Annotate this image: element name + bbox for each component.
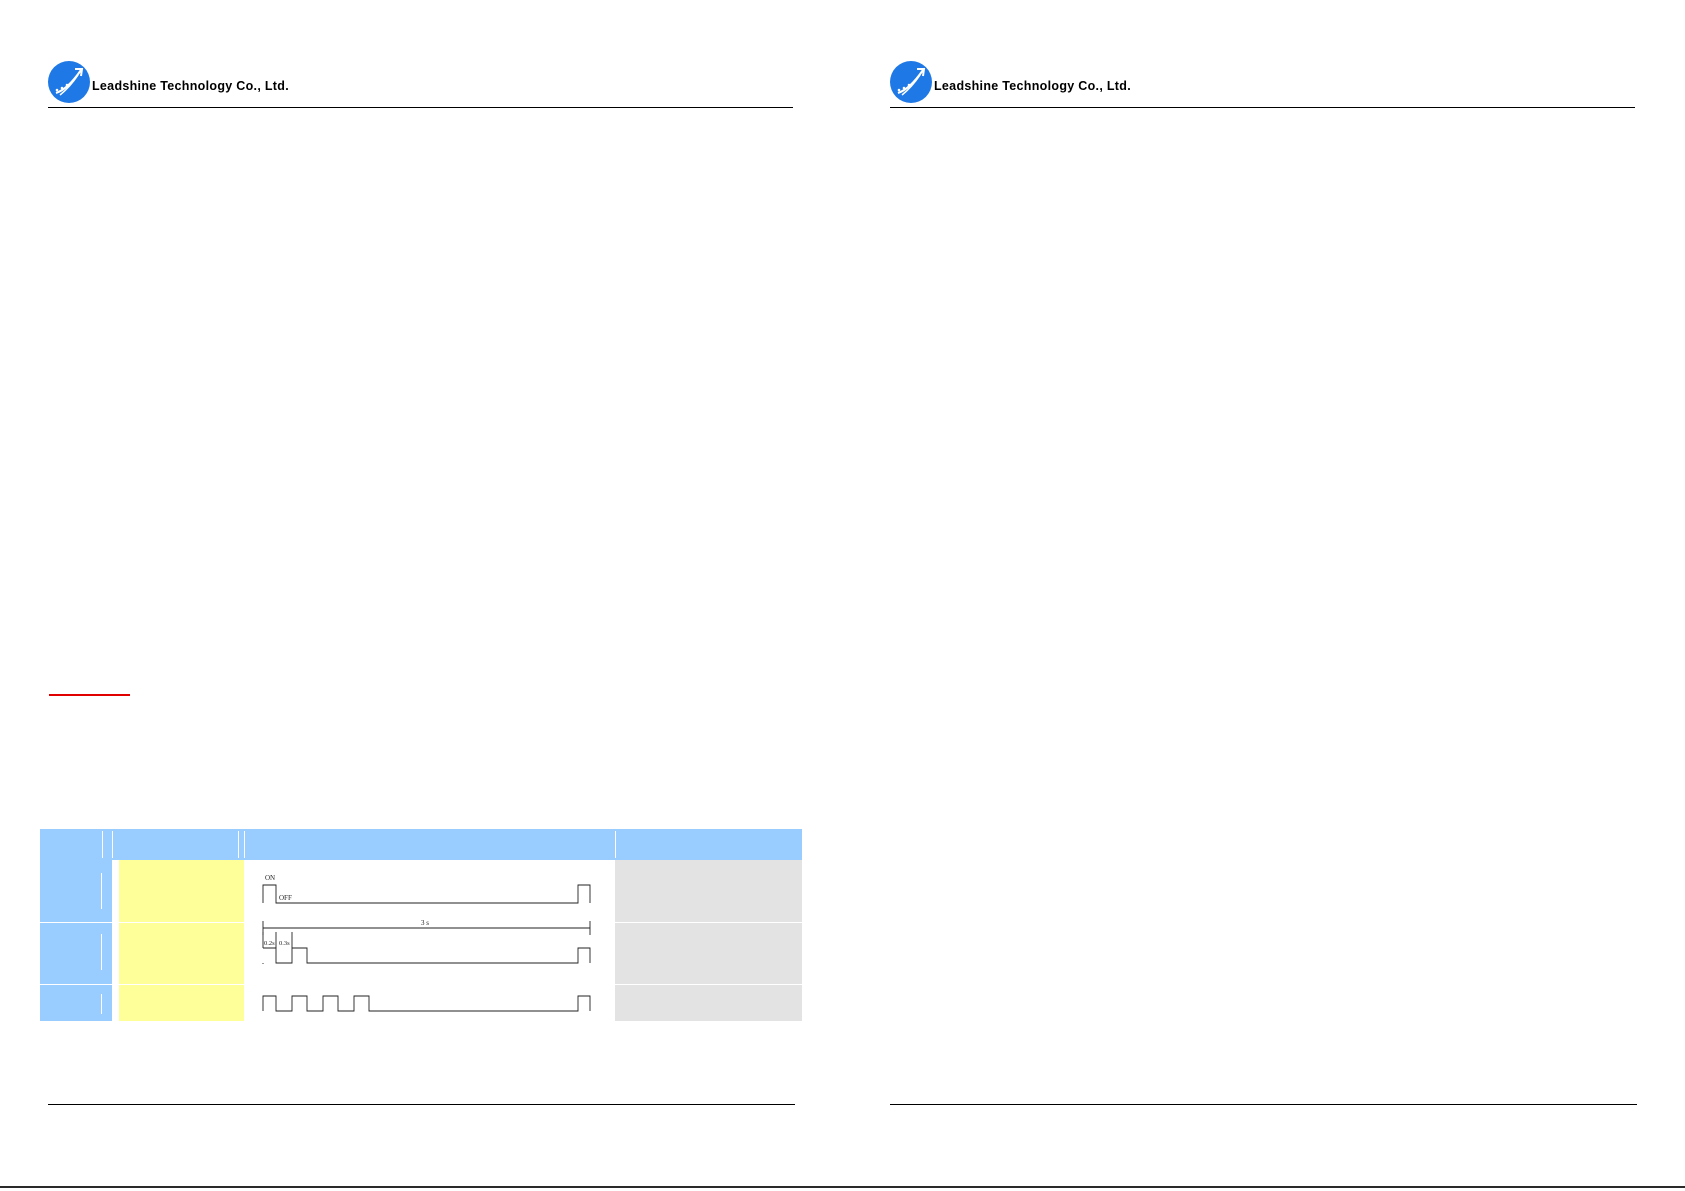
period-label: 3 s	[421, 919, 429, 927]
header-divider	[890, 107, 1635, 108]
header-separator	[102, 831, 103, 858]
header-divider	[48, 107, 793, 108]
column-status	[119, 860, 244, 1021]
right-page: Leadshine Technology Co., Ltd.	[842, 0, 1685, 1191]
footer-divider	[48, 1104, 795, 1105]
cell-divider	[101, 994, 102, 1014]
waveform-two-flash	[292, 947, 591, 964]
column-spacer	[112, 860, 119, 1021]
footer-divider	[890, 1104, 1637, 1105]
left-page: Leadshine Technology Co., Ltd. ON OFF 3 …	[0, 0, 842, 1191]
waveform-four-flash	[262, 995, 591, 1012]
status-led-table: ON OFF 3 s 0.2s 0.3s	[40, 829, 802, 1021]
high-duration-label: 0.2s	[264, 940, 275, 947]
low-duration-label: 0.3s	[279, 940, 290, 947]
leadshine-logo-icon	[48, 61, 90, 103]
header-separator	[615, 831, 616, 858]
company-name: Leadshine Technology Co., Ltd.	[934, 79, 1131, 93]
header-separator	[112, 831, 113, 858]
company-name: Leadshine Technology Co., Ltd.	[92, 79, 289, 93]
header-separator	[244, 831, 245, 858]
on-label: ON	[265, 874, 275, 882]
leadshine-logo-icon	[890, 61, 932, 103]
header-separator	[238, 831, 239, 858]
timing-diagram: ON OFF 3 s 0.2s 0.3s	[262, 874, 591, 1012]
red-underline	[49, 694, 130, 696]
page-header: Leadshine Technology Co., Ltd.	[48, 58, 793, 108]
off-label: OFF	[279, 894, 292, 902]
column-description	[615, 860, 802, 1021]
cell-divider	[101, 934, 102, 970]
waveform-steady	[262, 884, 591, 904]
bottom-edge	[0, 1186, 1685, 1188]
table-header-row	[40, 829, 802, 860]
page-header: Leadshine Technology Co., Ltd.	[890, 58, 1635, 108]
cell-divider	[101, 873, 102, 909]
